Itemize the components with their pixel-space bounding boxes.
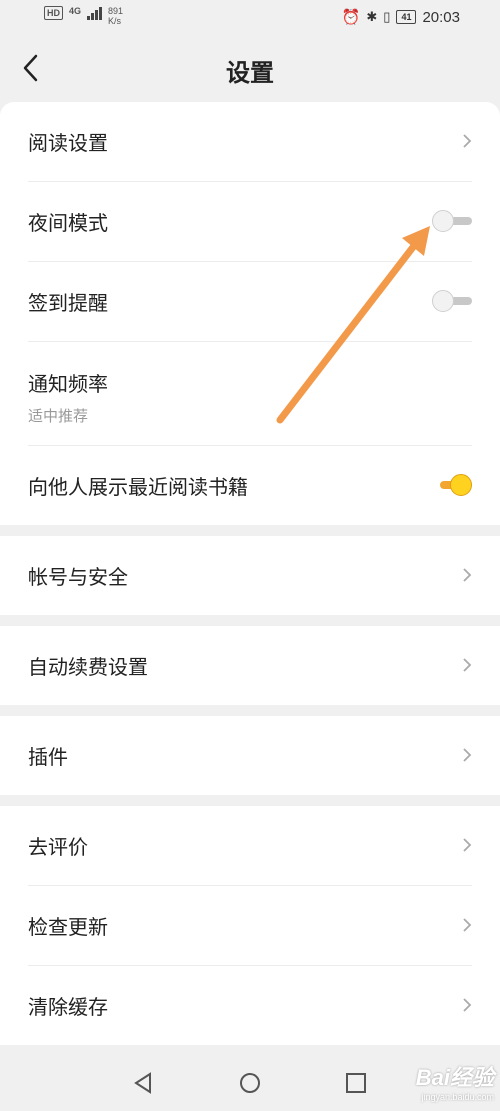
- status-bar: HD 4G 891 K/s ⏰ ✱ ▯ 41 20:03: [0, 0, 500, 36]
- row-clear-cache[interactable]: 清除缓存: [28, 966, 472, 1045]
- row-label: 通知频率: [28, 372, 108, 396]
- checkin-reminder-toggle[interactable]: [432, 289, 472, 313]
- row-reading-settings[interactable]: 阅读设置: [28, 102, 472, 182]
- square-recent-icon[interactable]: [345, 1072, 367, 1094]
- row-label: 清除缓存: [28, 995, 108, 1019]
- show-recent-books-toggle[interactable]: [432, 473, 472, 497]
- network-type: 4G: [69, 6, 82, 16]
- row-auto-renewal[interactable]: 自动续费设置: [28, 626, 472, 705]
- chevron-right-icon: [463, 838, 472, 852]
- signal-icon: [87, 6, 103, 20]
- row-label: 检查更新: [28, 915, 108, 939]
- watermark-text: Bai经验: [415, 1065, 494, 1090]
- row-notification-frequency[interactable]: 通知频率 适中推荐: [28, 342, 472, 446]
- row-show-recent-books: 向他人展示最近阅读书籍: [28, 446, 472, 525]
- row-plugins[interactable]: 插件: [28, 716, 472, 795]
- chevron-right-icon: [463, 918, 472, 932]
- chevron-right-icon: [463, 998, 472, 1012]
- row-label: 阅读设置: [28, 131, 108, 155]
- chevron-right-icon: [463, 134, 472, 148]
- bluetooth-icon: ✱: [366, 9, 378, 24]
- hd-badge: HD: [44, 6, 63, 20]
- watermark: Bai经验 jingyan.baidu.com: [416, 1060, 494, 1102]
- chevron-right-icon: [463, 568, 472, 582]
- row-label: 自动续费设置: [28, 655, 148, 679]
- row-account-security[interactable]: 帐号与安全: [28, 536, 472, 615]
- row-label: 去评价: [28, 835, 88, 859]
- row-label: 夜间模式: [28, 211, 108, 235]
- clock: 20:03: [422, 8, 460, 26]
- row-label: 帐号与安全: [28, 565, 128, 589]
- night-mode-toggle[interactable]: [432, 209, 472, 233]
- circle-home-icon[interactable]: [239, 1072, 261, 1094]
- settings-group-account: 帐号与安全: [0, 536, 500, 615]
- header: 设置: [0, 36, 500, 102]
- row-sublabel: 适中推荐: [28, 407, 89, 425]
- row-label: 签到提醒: [28, 291, 108, 315]
- row-rate-app[interactable]: 去评价: [28, 806, 472, 886]
- row-label: 向他人展示最近阅读书籍: [28, 475, 248, 499]
- settings-list: 阅读设置 夜间模式 签到提醒 通知频率 适中推荐 向他人展示最近阅读书籍 帐号与…: [0, 102, 500, 1045]
- row-night-mode: 夜间模式: [28, 182, 472, 262]
- battery-icon: 41: [396, 10, 417, 24]
- network-speed: 891 K/s: [108, 6, 124, 26]
- alarm-icon: ⏰: [341, 9, 361, 26]
- triangle-back-icon[interactable]: [132, 1072, 154, 1094]
- row-checkin-reminder: 签到提醒: [28, 262, 472, 342]
- row-check-update[interactable]: 检查更新: [28, 886, 472, 966]
- settings-group-renewal: 自动续费设置: [0, 626, 500, 705]
- vibrate-icon: ▯: [383, 9, 391, 24]
- chevron-right-icon: [463, 658, 472, 672]
- row-label: 插件: [28, 745, 68, 769]
- settings-group-misc: 去评价 检查更新 清除缓存: [0, 806, 500, 1045]
- page-title: 设置: [226, 59, 274, 87]
- settings-group-plugins: 插件: [0, 716, 500, 795]
- chevron-right-icon: [463, 748, 472, 762]
- watermark-sub: jingyan.baidu.com: [421, 1092, 494, 1102]
- settings-group-general: 阅读设置 夜间模式 签到提醒 通知频率 适中推荐 向他人展示最近阅读书籍: [0, 102, 500, 525]
